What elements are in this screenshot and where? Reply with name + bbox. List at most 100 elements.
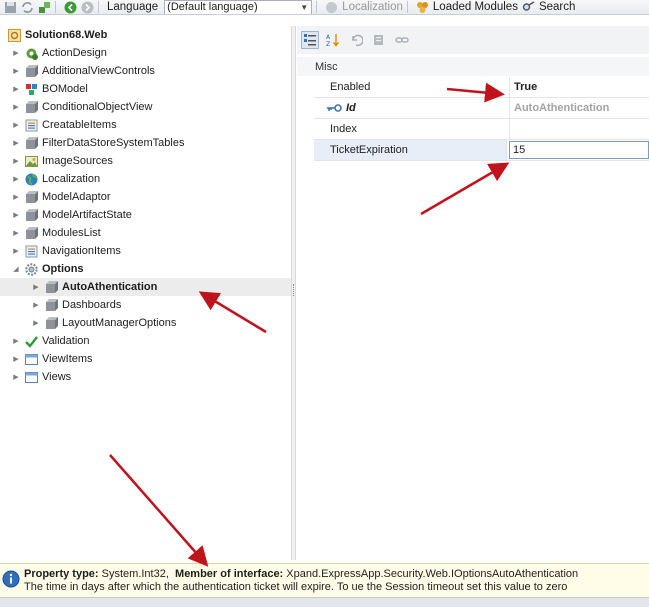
expand-icon[interactable]: ▶ <box>12 247 20 255</box>
expand-icon[interactable]: ▶ <box>32 319 40 327</box>
tree-item[interactable]: ▶ ImageSources <box>0 152 291 170</box>
tree-root-label: Solution68.Web <box>25 29 108 41</box>
tree-item[interactable]: ◢ Options <box>0 260 291 278</box>
loaded-modules-button[interactable]: Loaded Modules <box>433 1 518 13</box>
gear-green-icon <box>26 48 38 60</box>
property-name: Index <box>314 119 510 139</box>
search-button[interactable]: Search <box>539 1 575 13</box>
tree-item-label: FilterDataStoreSystemTables <box>42 137 185 149</box>
tree-item[interactable]: ▶ AutoAthentication <box>0 278 291 296</box>
category-label: Misc <box>315 60 338 73</box>
cube-icon <box>26 226 38 239</box>
tree-item-label: Views <box>42 371 72 383</box>
tree-item[interactable]: ▶ Localization <box>0 170 291 188</box>
tree-item[interactable]: ▶ FilterDataStoreSystemTables <box>0 134 291 152</box>
tree-item-label: ModulesList <box>42 227 101 239</box>
reset-button[interactable] <box>370 31 388 49</box>
save-icon[interactable] <box>4 1 17 14</box>
undo-icon <box>352 34 363 47</box>
tree-item[interactable]: ▶ AdditionalViewControls <box>0 62 291 80</box>
expand-icon[interactable]: ▶ <box>12 229 20 237</box>
tree-item[interactable]: ▶ ModelArtifactState <box>0 206 291 224</box>
tree-item[interactable]: ▶ ModulesList <box>0 224 291 242</box>
category-misc[interactable]: Misc <box>297 57 649 76</box>
splitter[interactable] <box>291 26 296 560</box>
expand-icon[interactable]: ▶ <box>12 175 20 183</box>
expand-icon[interactable]: ▶ <box>12 337 20 345</box>
expand-icon[interactable]: ▶ <box>12 67 20 75</box>
expand-icon[interactable]: ▶ <box>12 103 20 111</box>
toolbar-separator <box>98 1 99 13</box>
tree-item[interactable]: ▶ BOModel <box>0 80 291 98</box>
property-row-index[interactable]: Index <box>314 119 649 140</box>
tree-item-label: CreatableItems <box>42 119 117 131</box>
cube-icon <box>26 136 38 149</box>
expand-icon[interactable]: ▶ <box>32 283 40 291</box>
expand-icon[interactable]: ▶ <box>12 85 20 93</box>
expand-icon[interactable]: ▶ <box>12 373 20 381</box>
cube-icon <box>26 208 38 221</box>
expand-icon[interactable]: ▶ <box>32 301 40 309</box>
localization-icon <box>326 1 338 13</box>
tree-item-label: BOModel <box>42 83 88 95</box>
expand-icon[interactable]: ▶ <box>12 355 20 363</box>
tree-root[interactable]: Solution68.Web <box>0 26 291 44</box>
back-icon[interactable] <box>64 1 77 14</box>
tree-item[interactable]: ▶ ViewItems <box>0 350 291 368</box>
tree-item-label: AutoAthentication <box>62 281 158 293</box>
expand-icon[interactable]: ▶ <box>12 121 20 129</box>
cube-icon <box>26 100 38 113</box>
expand-icon[interactable]: ▶ <box>12 157 20 165</box>
expand-icon[interactable]: ▶ <box>12 139 20 147</box>
tree-item[interactable]: ▶ Views <box>0 368 291 386</box>
tree-item-label: ModelArtifactState <box>42 209 132 221</box>
expand-icon[interactable]: ▶ <box>12 193 20 201</box>
tree-item-label: ConditionalObjectView <box>42 101 153 113</box>
property-value-id: AutoAthentication <box>514 102 610 114</box>
tree-item-label: NavigationItems <box>42 245 121 257</box>
model-tree[interactable]: Solution68.Web ▶ ActionDesign ▶ AdditionalV… <box>0 26 291 560</box>
tree-item[interactable]: ▶ LayoutManagerOptions <box>0 314 291 332</box>
reset-icon <box>374 35 383 45</box>
solution-icon <box>8 28 21 42</box>
link-button[interactable] <box>393 31 411 49</box>
property-row-enabled[interactable]: Enabled True <box>314 77 649 98</box>
forward-icon[interactable] <box>81 1 94 14</box>
status-bar <box>0 597 649 607</box>
tree-item[interactable]: ▶ CreatableItems <box>0 116 291 134</box>
tree-item-label: AdditionalViewControls <box>42 65 155 77</box>
modules-icon <box>416 1 428 13</box>
tree-item[interactable]: ▶ ActionDesign <box>0 44 291 62</box>
property-row-id[interactable]: Id AutoAthentication <box>314 98 649 119</box>
categorized-button[interactable] <box>301 31 319 49</box>
property-row-ticket-expiration[interactable]: TicketExpiration 15 <box>314 140 649 161</box>
undo-button[interactable] <box>347 31 365 49</box>
expand-icon[interactable]: ▶ <box>12 49 20 57</box>
collapse-icon[interactable]: ◢ <box>12 265 20 273</box>
alphabetical-button[interactable]: AZ <box>324 31 342 49</box>
refresh-icon[interactable] <box>21 1 34 14</box>
property-value-index[interactable] <box>510 119 649 139</box>
tree-item[interactable]: ▶ NavigationItems <box>0 242 291 260</box>
merge-icon[interactable] <box>38 1 51 14</box>
localization-button[interactable]: Localization <box>342 1 403 13</box>
window-icon <box>25 371 38 383</box>
tree-item[interactable]: ▶ ModelAdaptor <box>0 188 291 206</box>
tree-item[interactable]: ▶ Dashboards <box>0 296 291 314</box>
toolbar-separator <box>406 1 408 13</box>
tree-item[interactable]: ▶ Validation <box>0 332 291 350</box>
window-icon <box>25 353 38 365</box>
link-icon <box>395 37 409 43</box>
globe-icon <box>25 173 38 185</box>
toolbar-separator <box>55 1 56 13</box>
cube-icon <box>46 316 58 329</box>
cube-icon <box>26 64 38 77</box>
language-select[interactable]: (Default language) ▼ <box>164 0 313 14</box>
expand-icon[interactable]: ▶ <box>12 211 20 219</box>
svg-text:Z: Z <box>326 41 330 47</box>
tree-item-label: Options <box>42 263 84 275</box>
property-value-enabled[interactable]: True <box>510 77 649 97</box>
list-icon <box>25 245 38 257</box>
tree-item[interactable]: ▶ ConditionalObjectView <box>0 98 291 116</box>
ticket-expiration-input[interactable]: 15 <box>509 141 649 159</box>
